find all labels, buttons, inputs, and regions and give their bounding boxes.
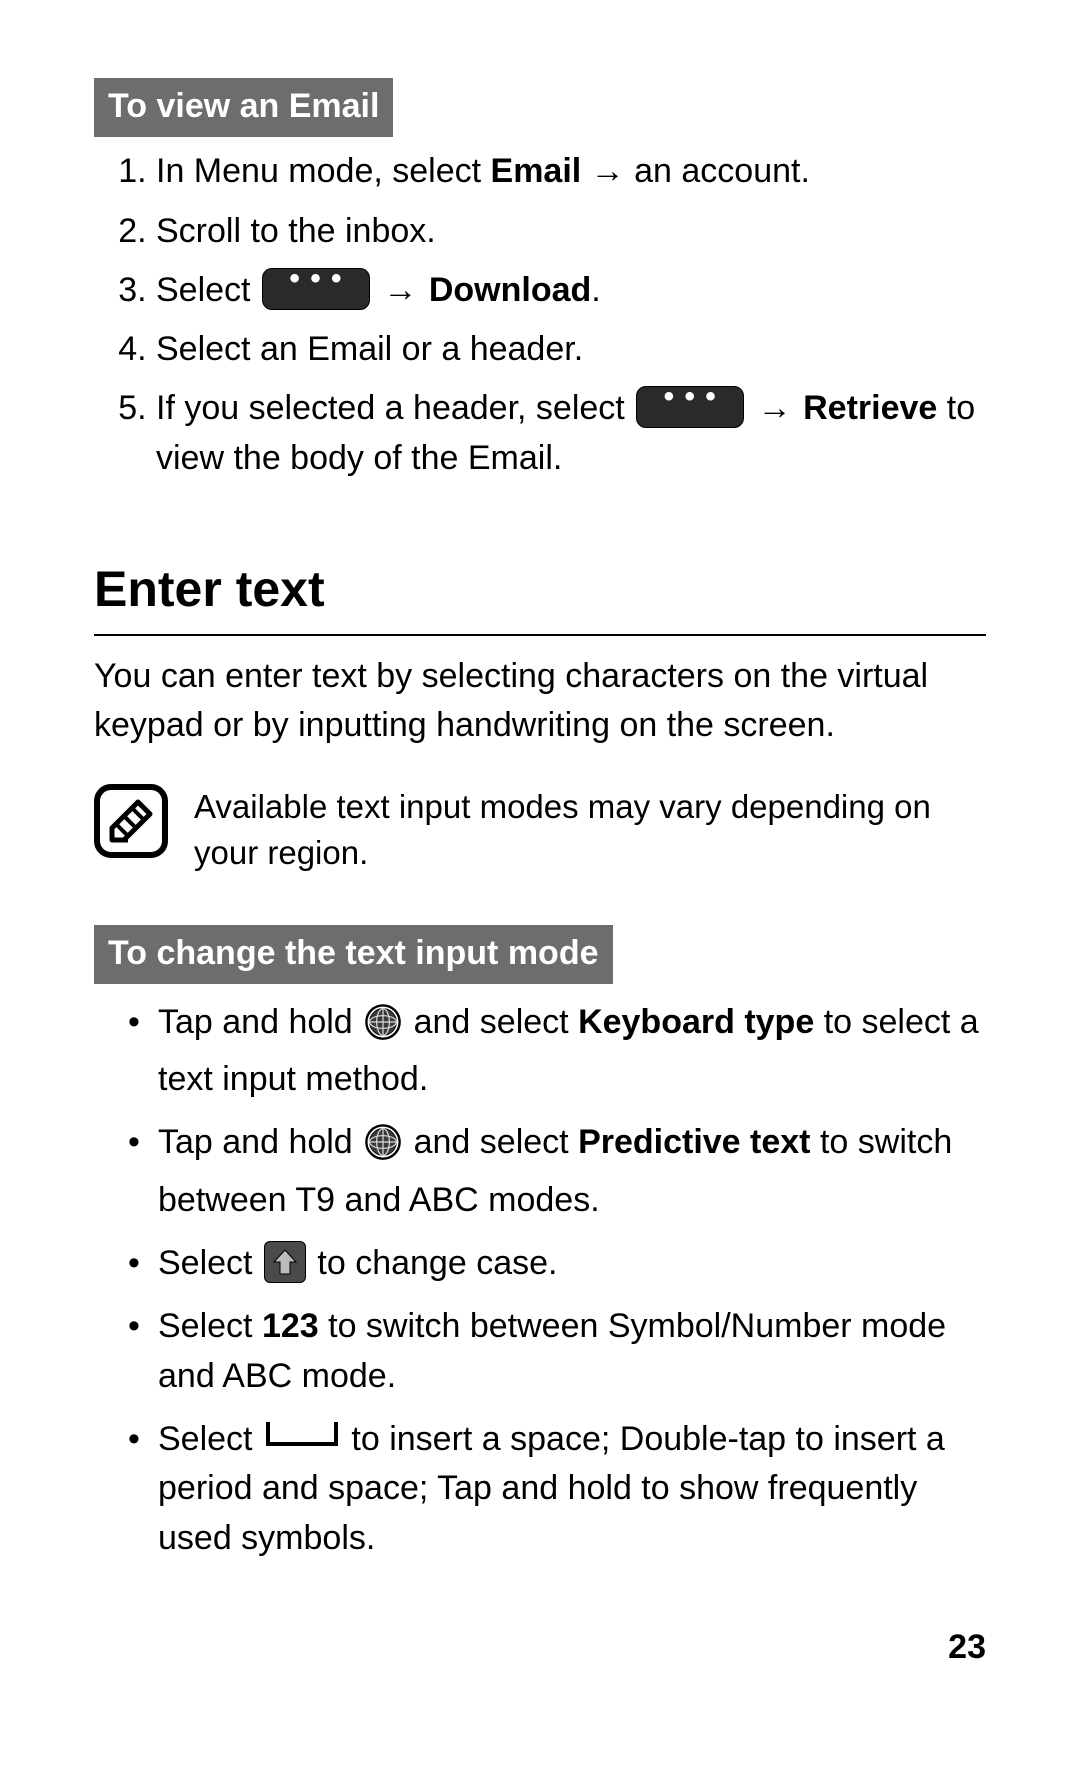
step-3: Select → Download. — [156, 266, 986, 315]
step-5-text-bold: Retrieve — [803, 389, 937, 427]
step-1-text-pre: In Menu mode, select — [156, 152, 491, 190]
change-input-bullets: Tap and hold and select Keyboard type to… — [94, 998, 986, 1563]
step-5: If you selected a header, select → Retri… — [156, 384, 986, 483]
step-3-text-pre: Select — [156, 271, 260, 309]
bullet-5: Select to insert a space; Double-tap to … — [128, 1415, 986, 1563]
view-email-steps: In Menu mode, select Email → an account.… — [94, 147, 986, 483]
menu-key-icon — [262, 268, 370, 310]
step-1-text-bold: Email — [491, 152, 582, 190]
bullet-1-mid: and select — [404, 1003, 578, 1041]
bullet-2: Tap and hold and select Predictive text … — [128, 1118, 986, 1225]
arrow-icon: → — [746, 389, 803, 427]
subsection-heading-view-email: To view an Email — [94, 78, 393, 137]
menu-key-icon — [636, 386, 744, 428]
step-4-text: Select an Email or a header. — [156, 330, 583, 368]
step-1: In Menu mode, select Email → an account. — [156, 147, 986, 196]
page-number: 23 — [94, 1623, 986, 1672]
section-title-enter-text: Enter text — [94, 553, 986, 636]
step-1-text-post: → an account. — [581, 152, 810, 190]
step-4: Select an Email or a header. — [156, 325, 986, 374]
bullet-2-pre: Tap and hold — [158, 1123, 362, 1161]
bullet-1: Tap and hold and select Keyboard type to… — [128, 998, 986, 1105]
step-2: Scroll to the inbox. — [156, 207, 986, 256]
globe-icon — [364, 1123, 402, 1175]
step-5-text-pre: If you selected a header, select — [156, 389, 634, 427]
note-block: Available text input modes may vary depe… — [94, 784, 986, 876]
note-icon — [94, 784, 168, 872]
bullet-4: Select 123 to switch between Symbol/Numb… — [128, 1302, 986, 1401]
bullet-1-pre: Tap and hold — [158, 1003, 362, 1041]
bullet-2-mid: and select — [404, 1123, 578, 1161]
bullet-3-post: to change case. — [308, 1244, 558, 1282]
globe-icon — [364, 1003, 402, 1055]
enter-text-intro: You can enter text by selecting characte… — [94, 652, 986, 751]
shift-key-icon — [264, 1241, 306, 1283]
bullet-4-pre: Select — [158, 1307, 262, 1345]
space-key-icon — [266, 1422, 338, 1446]
bullet-4-bold: 123 — [262, 1307, 319, 1345]
step-2-text: Scroll to the inbox. — [156, 212, 436, 250]
step-3-period: . — [591, 271, 600, 309]
subsection-heading-change-input: To change the text input mode — [94, 925, 613, 984]
bullet-3: Select to change case. — [128, 1239, 986, 1288]
step-3-text-bold: Download — [429, 271, 591, 309]
bullet-3-pre: Select — [158, 1244, 262, 1282]
arrow-icon: → — [372, 271, 429, 309]
bullet-2-bold: Predictive text — [578, 1123, 810, 1161]
bullet-5-pre: Select — [158, 1420, 262, 1458]
note-text: Available text input modes may vary depe… — [194, 784, 986, 876]
bullet-1-bold: Keyboard type — [578, 1003, 814, 1041]
